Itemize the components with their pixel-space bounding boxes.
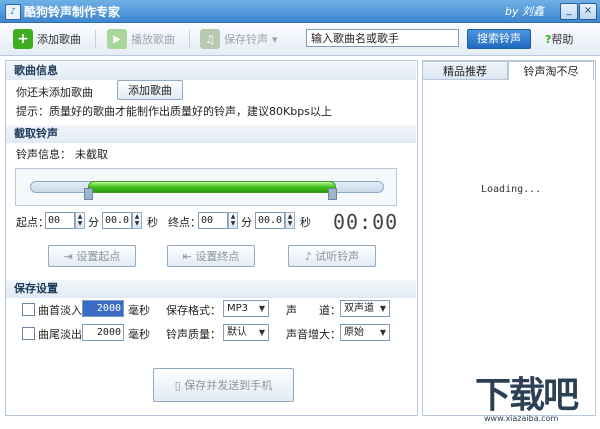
add-song-button[interactable]: + 添加歌曲	[13, 28, 81, 50]
song-status: 你还未添加歌曲	[16, 86, 93, 99]
end-minute-stepper[interactable]: ▲ ▼	[228, 212, 238, 229]
save-settings-header: 保存设置	[6, 280, 416, 298]
gain-select[interactable]: 原始 ▼	[340, 324, 390, 341]
bitrate-tip: 提示：质量好的歌曲才能制作出质量好的铃声，建议80Kbps以上	[16, 105, 332, 118]
minute-unit: 分	[241, 216, 252, 229]
minute-unit: 分	[88, 216, 99, 229]
play-icon: ▶	[107, 29, 127, 49]
speaker-icon: ♪	[304, 250, 316, 263]
start-second-input[interactable]: 00.0	[102, 212, 132, 229]
plus-icon: +	[13, 29, 33, 49]
set-end-button[interactable]: ⇤ 设置终点	[167, 245, 255, 267]
second-unit: 秒	[147, 216, 158, 229]
second-unit: 秒	[300, 216, 311, 229]
format-label: 保存格式：	[166, 304, 221, 317]
song-info-header: 歌曲信息	[6, 62, 416, 80]
user-label: by 刘鑫	[505, 5, 544, 18]
toolbar-separator	[189, 30, 190, 48]
help-button[interactable]: ?帮助	[545, 31, 573, 47]
music-note-icon: ♫	[200, 29, 220, 49]
save-send-button[interactable]: ▯ 保存并发送到手机	[153, 368, 294, 402]
start-marker-icon: ⇥	[63, 250, 77, 263]
start-second-stepper[interactable]: ▲ ▼	[132, 212, 142, 229]
ms-unit: 毫秒	[128, 304, 150, 317]
phone-icon: ▯	[174, 379, 185, 392]
end-marker-icon: ⇤	[182, 250, 196, 263]
set-start-button[interactable]: ⇥ 设置起点	[48, 245, 136, 267]
app-icon: ♪	[5, 4, 21, 20]
format-select[interactable]: MP3 ▼	[223, 300, 269, 317]
window-title: 酷狗铃声制作专家	[24, 5, 121, 19]
end-second-input[interactable]: 00.0	[255, 212, 285, 229]
search-input[interactable]: 输入歌曲名或歌手	[306, 29, 459, 47]
tab-featured[interactable]: 精品推荐	[422, 61, 508, 80]
preview-button[interactable]: ♪ 试听铃声	[288, 245, 376, 267]
start-minute-stepper[interactable]: ▲ ▼	[75, 212, 85, 229]
time-display: 00:00	[333, 210, 399, 234]
channel-label: 声 道：	[286, 304, 341, 317]
gain-label: 声音增大：	[286, 328, 341, 341]
start-minute-input[interactable]: 00	[45, 212, 75, 229]
start-handle[interactable]	[84, 188, 93, 200]
chevron-down-icon: ▼	[258, 304, 265, 313]
fade-out-checkbox[interactable]	[22, 327, 35, 340]
clip-header: 截取铃声	[6, 125, 416, 143]
watermark-url: www.xiazaiba.com	[484, 414, 559, 423]
search-ringtone-button[interactable]: 搜索铃声	[467, 29, 531, 49]
fade-in-input[interactable]: 2000	[82, 300, 124, 317]
save-ringtone-button[interactable]: ♫ 保存铃声 ▾	[200, 28, 278, 50]
quality-select[interactable]: 默认 ▼	[223, 324, 269, 341]
fade-in-checkbox[interactable]	[22, 303, 35, 316]
quality-label: 铃声质量：	[166, 328, 221, 341]
chevron-down-icon[interactable]: ▾	[272, 33, 278, 46]
chevron-down-icon: ▼	[258, 328, 265, 337]
end-second-stepper[interactable]: ▲ ▼	[285, 212, 295, 229]
channel-select[interactable]: 双声道 ▼	[340, 300, 390, 317]
tab-more-ringtones[interactable]: 铃声淘不尽	[508, 61, 594, 80]
loading-text: Loading...	[481, 184, 542, 195]
fade-out-label: 曲尾淡出	[38, 328, 82, 341]
watermark-logo: 下载吧	[475, 375, 579, 416]
fade-out-input[interactable]: 2000	[82, 324, 124, 341]
ringtone-info-label: 铃声信息：	[16, 148, 71, 161]
end-handle[interactable]	[328, 188, 337, 200]
toolbar-separator	[95, 30, 96, 48]
right-panel	[422, 60, 596, 416]
end-label: 终点：	[168, 216, 201, 229]
clip-range-fill[interactable]	[88, 181, 336, 193]
add-song-inline-button[interactable]: 添加歌曲	[117, 80, 183, 100]
play-song-button[interactable]: ▶ 播放歌曲	[107, 28, 175, 50]
chevron-down-icon: ▼	[379, 304, 386, 313]
ms-unit: 毫秒	[128, 328, 150, 341]
ringtone-info-value: 未截取	[75, 148, 108, 161]
fade-in-label: 曲首淡入	[38, 304, 82, 317]
end-minute-input[interactable]: 00	[198, 212, 228, 229]
chevron-down-icon: ▼	[379, 328, 386, 337]
close-button[interactable]: ×	[579, 3, 597, 20]
minimize-button[interactable]: _	[560, 3, 578, 20]
